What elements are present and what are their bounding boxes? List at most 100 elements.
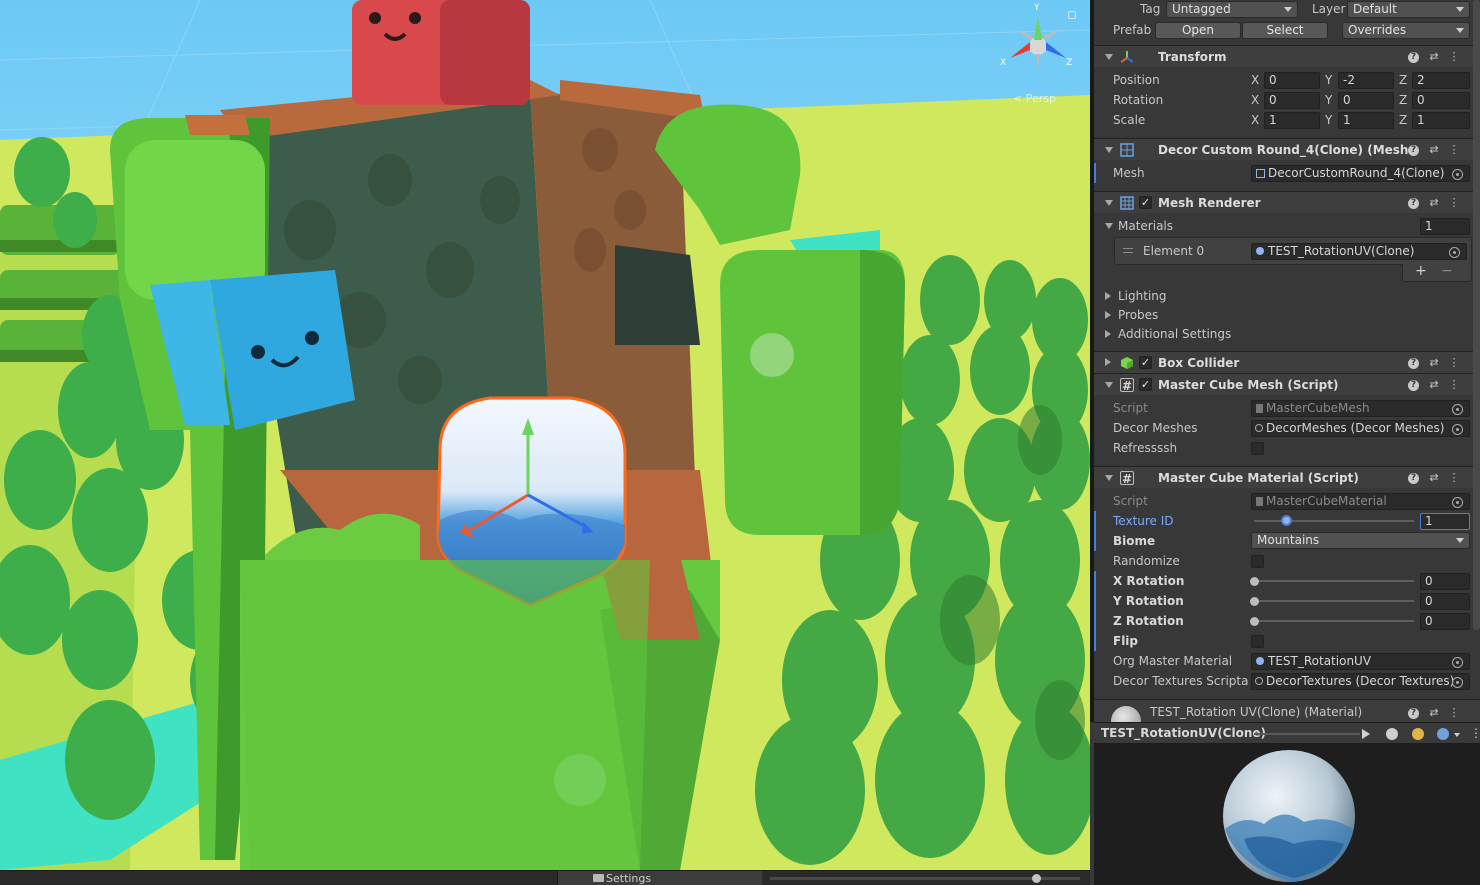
foldout-arrow-icon[interactable] <box>1105 147 1113 153</box>
probes-foldout[interactable]: Probes <box>1094 305 1480 325</box>
axis-x-label[interactable]: X <box>1251 93 1259 107</box>
master-cube-mesh-enabled-checkbox[interactable]: ✓ <box>1139 378 1152 391</box>
prefab-open-button[interactable]: Open <box>1155 22 1241 39</box>
help-icon[interactable]: ? <box>1408 380 1419 391</box>
materials-row[interactable]: Materials 1 <box>1094 216 1480 236</box>
object-picker-icon[interactable] <box>1449 247 1460 258</box>
y-rotation-slider[interactable] <box>1254 600 1414 602</box>
axis-y-label[interactable]: Y <box>1325 73 1332 87</box>
drag-handle-icon[interactable] <box>1123 248 1133 253</box>
presets-icon[interactable]: ⇄ <box>1428 378 1440 392</box>
preview-sphere[interactable] <box>1094 744 1480 885</box>
presets-icon[interactable]: ⇄ <box>1428 50 1440 64</box>
preview-mesh-icon[interactable] <box>1386 728 1398 740</box>
prefab-select-button[interactable]: Select <box>1242 22 1328 39</box>
preview-resize-handle[interactable] <box>1254 733 1360 735</box>
light-toggle-icon[interactable] <box>1412 728 1424 740</box>
help-icon[interactable]: ? <box>1408 708 1419 719</box>
randomize-checkbox[interactable] <box>1251 555 1264 568</box>
presets-icon[interactable]: ⇄ <box>1428 356 1440 370</box>
rotation-x-field[interactable]: 0 <box>1264 92 1320 109</box>
help-icon[interactable]: ? <box>1408 358 1419 369</box>
refresh-checkbox[interactable] <box>1251 442 1264 455</box>
axis-x-label[interactable]: X <box>1251 113 1259 127</box>
texture-id-field[interactable]: 1 <box>1420 513 1470 530</box>
kebab-menu-icon[interactable]: ⋮ <box>1448 471 1460 485</box>
presets-icon[interactable]: ⇄ <box>1428 706 1440 720</box>
persp-toggle[interactable]: < Persp <box>1013 92 1056 105</box>
material-preview[interactable] <box>1094 744 1480 885</box>
object-picker-icon[interactable] <box>1452 424 1463 435</box>
axis-y-label[interactable]: Y <box>1325 113 1332 127</box>
position-label[interactable]: Position <box>1113 73 1160 87</box>
mesh-filter-header[interactable]: Decor Custom Round_4(Clone) (Mesh Filter… <box>1094 138 1480 160</box>
x-rotation-slider-knob[interactable] <box>1250 577 1259 586</box>
help-icon[interactable]: ? <box>1408 473 1419 484</box>
box-collider-enabled-checkbox[interactable]: ✓ <box>1139 356 1152 369</box>
object-picker-icon[interactable] <box>1452 169 1463 180</box>
tab-settings[interactable]: Settings <box>557 871 762 885</box>
additional-settings-foldout[interactable]: Additional Settings <box>1094 324 1480 344</box>
foldout-arrow-icon[interactable] <box>1105 292 1111 300</box>
scene-render[interactable] <box>0 0 1090 870</box>
object-picker-icon[interactable] <box>1452 657 1463 668</box>
mesh-renderer-header[interactable]: ✓ Mesh Renderer ? ⇄ ⋮ <box>1094 191 1480 213</box>
material-header[interactable]: TEST_Rotation UV(Clone) (Material) ? ⇄ ⋮ <box>1094 699 1480 722</box>
foldout-arrow-icon[interactable] <box>1105 223 1113 229</box>
rotation-z-field[interactable]: 0 <box>1412 92 1470 109</box>
lock-icon[interactable] <box>1068 11 1076 19</box>
scale-z-field[interactable]: 1 <box>1412 112 1470 129</box>
prefab-overrides-dropdown[interactable]: Overrides <box>1342 22 1470 39</box>
add-element-button[interactable]: + <box>1415 263 1427 279</box>
tag-dropdown[interactable]: Untagged <box>1166 1 1298 18</box>
x-rotation-slider[interactable] <box>1254 580 1414 582</box>
remove-element-button[interactable]: − <box>1441 263 1453 279</box>
zoom-slider-knob[interactable] <box>1032 874 1041 883</box>
kebab-menu-icon[interactable]: ⋮ <box>1448 378 1460 392</box>
help-icon[interactable]: ? <box>1408 52 1419 63</box>
foldout-arrow-icon[interactable] <box>1105 358 1111 366</box>
z-rotation-slider[interactable] <box>1254 620 1414 622</box>
axis-y-label[interactable]: Y <box>1325 93 1332 107</box>
x-rotation-field[interactable]: 0 <box>1420 573 1470 590</box>
foldout-arrow-icon[interactable] <box>1105 330 1111 338</box>
kebab-menu-icon[interactable]: ⋮ <box>1448 50 1460 64</box>
rotation-label[interactable]: Rotation <box>1113 93 1163 107</box>
axis-x-label[interactable]: X <box>1251 73 1259 87</box>
object-picker-icon[interactable] <box>1452 677 1463 688</box>
flip-checkbox[interactable] <box>1251 635 1264 648</box>
y-rotation-field[interactable]: 0 <box>1420 593 1470 610</box>
help-icon[interactable]: ? <box>1408 145 1419 156</box>
element-0-material-field[interactable]: TEST_RotationUV(Clone) <box>1251 243 1467 260</box>
scale-x-field[interactable]: 1 <box>1264 112 1320 129</box>
help-icon[interactable]: ? <box>1408 198 1419 209</box>
rotation-y-field[interactable]: 0 <box>1338 92 1394 109</box>
foldout-arrow-icon[interactable] <box>1105 382 1113 388</box>
texture-id-slider[interactable] <box>1254 520 1414 522</box>
scale-label[interactable]: Scale <box>1113 113 1145 127</box>
decor-textures-field[interactable]: DecorTextures (Decor Textures) <box>1251 673 1470 690</box>
axis-z-label[interactable]: Z <box>1399 93 1407 107</box>
position-z-field[interactable]: 2 <box>1412 72 1470 89</box>
box-collider-header[interactable]: ✓ Box Collider ? ⇄ ⋮ <box>1094 351 1480 373</box>
mesh-object-field[interactable]: DecorCustomRound_4(Clone) <box>1251 165 1470 182</box>
kebab-menu-icon[interactable]: ⋮ <box>1470 726 1480 740</box>
play-icon[interactable] <box>1362 729 1370 739</box>
presets-icon[interactable]: ⇄ <box>1428 471 1440 485</box>
kebab-menu-icon[interactable]: ⋮ <box>1448 196 1460 210</box>
kebab-menu-icon[interactable]: ⋮ <box>1448 706 1460 720</box>
scene-view[interactable]: < Persp Y X Z <box>0 0 1090 870</box>
org-master-material-field[interactable]: TEST_RotationUV <box>1251 653 1470 670</box>
inspector-scrollbar[interactable] <box>1473 0 1480 630</box>
texture-id-slider-knob[interactable] <box>1281 515 1292 526</box>
scale-y-field[interactable]: 1 <box>1338 112 1394 129</box>
position-x-field[interactable]: 0 <box>1264 72 1320 89</box>
lighting-foldout[interactable]: Lighting <box>1094 286 1480 306</box>
decor-meshes-field[interactable]: DecorMeshes (Decor Meshes) <box>1251 420 1470 437</box>
z-rotation-slider-knob[interactable] <box>1250 617 1259 626</box>
foldout-arrow-icon[interactable] <box>1105 200 1113 206</box>
kebab-menu-icon[interactable]: ⋮ <box>1448 143 1460 157</box>
position-y-field[interactable]: -2 <box>1338 72 1394 89</box>
chevron-down-icon[interactable] <box>1454 733 1460 737</box>
y-rotation-slider-knob[interactable] <box>1250 597 1259 606</box>
